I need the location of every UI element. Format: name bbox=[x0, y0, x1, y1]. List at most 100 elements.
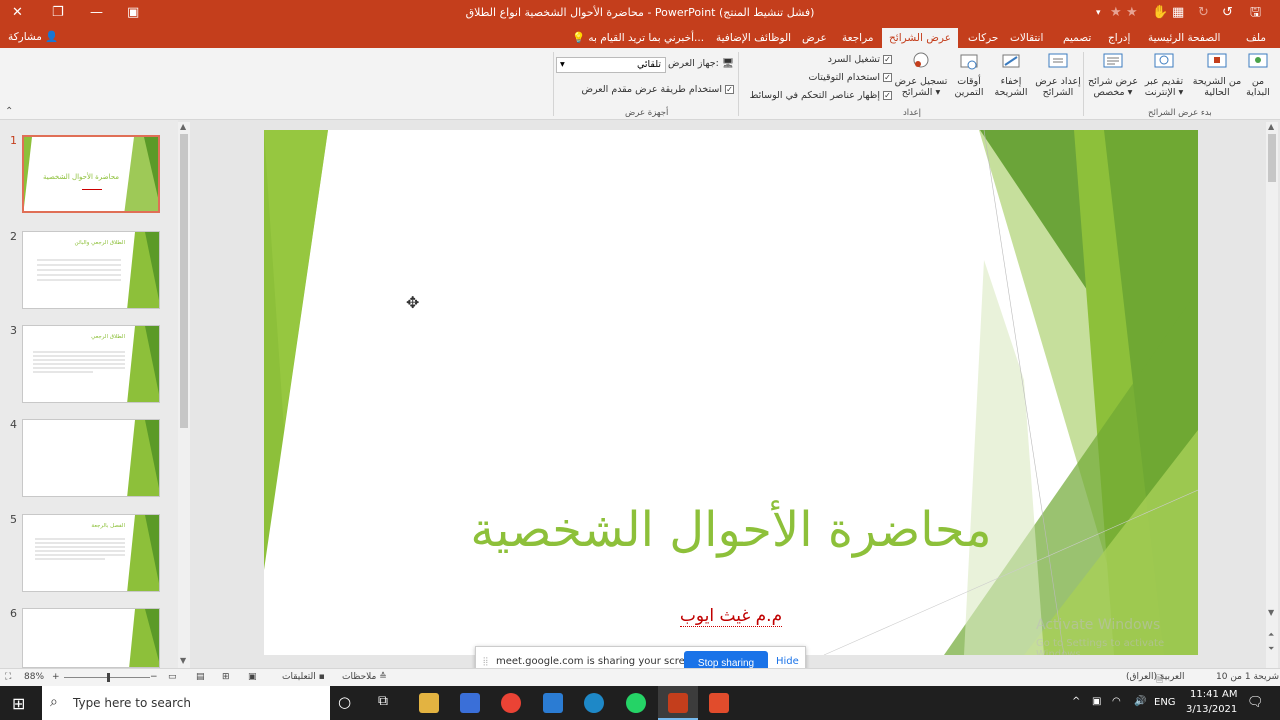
use-timings-checkbox[interactable]: ✓استخدام التوقيتات bbox=[800, 72, 892, 83]
comment-icon: ▪ bbox=[318, 672, 325, 682]
slide-thumbnail-1[interactable]: محاضرة الأحوال الشخصية bbox=[22, 135, 160, 213]
slide-thumbnail-2[interactable]: الطلاق الرجعي والبائن bbox=[22, 231, 160, 309]
tab-transitions[interactable]: انتقالات bbox=[1010, 30, 1043, 46]
language-indicator[interactable]: ENG bbox=[1154, 697, 1176, 708]
slide-scrollbar[interactable]: ▲ ▼ ⏶ ⏷ bbox=[1266, 122, 1278, 668]
show-hidden-icons[interactable]: ^ bbox=[1072, 696, 1080, 707]
slide-thumbnail-3[interactable]: الطلاق الرجعي bbox=[22, 325, 160, 403]
checkmark-icon: ✓ bbox=[725, 85, 734, 94]
clock-date[interactable]: 3/13/2021 bbox=[1186, 704, 1237, 715]
play-narrations-checkbox[interactable]: ✓تشغيل السرد bbox=[820, 54, 892, 65]
comments-button[interactable]: التعليقات ▪ bbox=[282, 672, 325, 682]
tab-animations[interactable]: حركات bbox=[968, 30, 998, 46]
hide-button[interactable]: Hide bbox=[776, 656, 799, 667]
scroll-thumb[interactable] bbox=[1268, 134, 1276, 182]
prev-slide-icon[interactable]: ⏶ bbox=[1268, 630, 1274, 640]
monitor-value: تلقائي bbox=[636, 59, 661, 70]
slide-sorter-icon[interactable]: ⊞ bbox=[222, 672, 230, 682]
rehearse-timings-button[interactable]: أوقات التمرين bbox=[950, 50, 988, 98]
redo-icon[interactable]: ↻ bbox=[1198, 5, 1209, 21]
taskbar-search[interactable]: ⌕ Type here to search bbox=[42, 686, 330, 720]
move-cursor-icon: ✥ bbox=[406, 293, 420, 312]
network-tray-icon[interactable]: ▣ bbox=[1092, 696, 1101, 707]
wifi-icon[interactable]: ◠ bbox=[1112, 696, 1121, 707]
tab-design[interactable]: تصميم bbox=[1063, 30, 1091, 46]
star-icon[interactable]: ★ bbox=[1110, 5, 1122, 21]
zoom-out-icon[interactable]: − bbox=[150, 672, 158, 682]
tab-insert[interactable]: إدراج bbox=[1108, 30, 1130, 46]
slide-title[interactable]: محاضرة الأحوال الشخصية bbox=[264, 502, 1198, 558]
fit-slide-icon[interactable]: ⛶ bbox=[5, 672, 11, 682]
tell-me-search[interactable]: 💡 أخبرني بما تريد القيام به... bbox=[572, 30, 704, 46]
file-explorer-icon[interactable] bbox=[419, 693, 439, 713]
from-beginning-button[interactable]: من البداية bbox=[1240, 50, 1276, 98]
thumbnails-scrollbar[interactable]: ▲ ▼ bbox=[178, 122, 190, 668]
monitor-select[interactable]: ▾ تلقائي bbox=[556, 57, 666, 73]
scroll-thumb[interactable] bbox=[180, 134, 188, 428]
slide-canvas[interactable]: محاضرة الأحوال الشخصية م.م غيث ايوب ✥ Ac… bbox=[264, 130, 1198, 655]
mail-icon[interactable] bbox=[543, 693, 563, 713]
cortana-icon[interactable]: ○ bbox=[338, 693, 351, 711]
save-icon[interactable]: 🖫 bbox=[1250, 5, 1261, 21]
normal-view-icon[interactable]: ▣ bbox=[248, 672, 257, 682]
clock-time[interactable]: 11:41 AM bbox=[1190, 689, 1237, 700]
undo-icon[interactable]: ↺ bbox=[1222, 5, 1233, 21]
star-icon[interactable]: ★ bbox=[1126, 5, 1138, 21]
zoom-level[interactable]: 88% bbox=[24, 672, 44, 682]
dropdown-arrow-icon: ▾ bbox=[560, 59, 565, 70]
task-view-icon[interactable]: ⧉ bbox=[378, 693, 388, 709]
recorder-icon[interactable] bbox=[709, 693, 729, 713]
tab-home[interactable]: الصفحة الرئيسية bbox=[1148, 30, 1220, 46]
presenter-view-checkbox[interactable]: ✓استخدام طريقة عرض مقدم العرض bbox=[572, 84, 734, 95]
zoom-slider[interactable] bbox=[64, 673, 150, 682]
scroll-up-icon[interactable]: ▲ bbox=[1268, 122, 1274, 131]
thumb-number: 3 bbox=[10, 324, 17, 337]
customize-qat-icon[interactable]: ▾ bbox=[1096, 5, 1101, 21]
slide-background-shapes bbox=[264, 130, 1198, 655]
custom-slideshow-button[interactable]: عرض شرائح مخصص ▾ bbox=[1086, 50, 1140, 98]
scroll-down-icon[interactable]: ▼ bbox=[180, 656, 186, 665]
store-icon[interactable] bbox=[460, 693, 480, 713]
checkmark-icon: ✓ bbox=[883, 91, 892, 100]
present-online-button[interactable]: تقديم عبر الإنترنت ▾ bbox=[1140, 50, 1188, 98]
tab-review[interactable]: مراجعة bbox=[842, 30, 874, 46]
record-slideshow-button[interactable]: تسجيل عرض الشرائح ▾ bbox=[894, 50, 948, 98]
slide-thumbnail-4[interactable] bbox=[22, 419, 160, 497]
setup-slideshow-button[interactable]: إعداد عرض الشرائح bbox=[1034, 50, 1082, 98]
chrome-icon[interactable] bbox=[501, 693, 521, 713]
zoom-in-icon[interactable]: + bbox=[52, 672, 60, 682]
tab-file[interactable]: ملف bbox=[1246, 30, 1266, 46]
slideshow-view-icon[interactable]: ▭ bbox=[168, 672, 177, 682]
collapse-ribbon-icon[interactable]: ⌃ bbox=[5, 106, 13, 117]
activate-windows-hint: Go to Settings to activate Windows. bbox=[1036, 638, 1165, 655]
tab-addins[interactable]: الوظائف الإضافية bbox=[716, 30, 791, 46]
next-slide-icon[interactable]: ⏷ bbox=[1268, 644, 1274, 654]
scroll-down-icon[interactable]: ▼ bbox=[1268, 608, 1274, 617]
notes-button[interactable]: ملاحظات ≙ bbox=[342, 672, 387, 682]
tab-slideshow[interactable]: عرض الشرائح bbox=[882, 28, 958, 48]
drag-handle-icon[interactable]: ⦙⦙ bbox=[483, 655, 488, 669]
powerpoint-taskbar-button[interactable] bbox=[658, 686, 698, 720]
slide-thumbnail-5[interactable]: الفصل بالرجعة bbox=[22, 514, 160, 592]
timer-icon bbox=[960, 54, 978, 70]
slide-thumbnail-6[interactable] bbox=[22, 608, 160, 668]
hide-slide-button[interactable]: إخفاء الشريحة bbox=[990, 50, 1032, 98]
show-media-controls-checkbox[interactable]: ✓إظهار عناصر التحكم في الوسائط bbox=[742, 90, 892, 101]
notifications-icon[interactable]: 🗨 bbox=[1247, 695, 1264, 710]
edge-icon[interactable] bbox=[584, 693, 604, 713]
activate-windows-title: Activate Windows bbox=[1036, 617, 1161, 633]
touch-mode-icon[interactable]: ✋ bbox=[1152, 5, 1168, 21]
reading-view-icon[interactable]: ▤ bbox=[196, 672, 205, 682]
tab-view[interactable]: عرض bbox=[802, 30, 827, 46]
from-current-slide-button[interactable]: من الشريحة الحالية bbox=[1190, 50, 1244, 98]
start-from-beginning-icon[interactable]: ▦ bbox=[1172, 5, 1184, 21]
windows-start-icon[interactable]: ⊞ bbox=[12, 694, 25, 713]
whatsapp-icon[interactable] bbox=[626, 693, 646, 713]
volume-icon[interactable]: 🔊 bbox=[1134, 696, 1146, 707]
zoom-slider-thumb[interactable] bbox=[107, 673, 110, 682]
share-button[interactable]: مشاركة 👤 bbox=[8, 30, 58, 43]
scroll-up-icon[interactable]: ▲ bbox=[180, 122, 186, 131]
globe-icon bbox=[1154, 53, 1174, 68]
thumb-graphic bbox=[129, 609, 159, 667]
notes-icon: ≙ bbox=[379, 672, 387, 682]
